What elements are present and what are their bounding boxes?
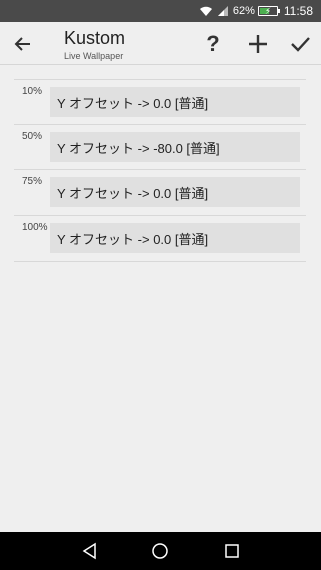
- app-bar: Kustom Live Wallpaper ?: [0, 22, 321, 65]
- nav-back-button[interactable]: [80, 541, 100, 561]
- help-button[interactable]: ?: [200, 31, 226, 57]
- nav-recents-button[interactable]: [222, 541, 242, 561]
- list-item[interactable]: 50% Y オフセット -> -80.0 [普通]: [14, 124, 306, 170]
- keyframe-percent: 50%: [22, 131, 43, 142]
- keyframe-percent: 100%: [22, 222, 48, 233]
- square-recents-icon: [225, 544, 239, 558]
- battery-percent: 62%: [232, 5, 255, 17]
- triangle-back-icon: [82, 542, 96, 560]
- navigation-bar: [0, 532, 321, 570]
- add-button[interactable]: [245, 31, 271, 57]
- status-bar: 62% ⚡ 11:58: [0, 0, 321, 22]
- keyframe-list: 10% Y オフセット -> 0.0 [普通] 50% Y オフセット -> -…: [0, 65, 321, 532]
- list-divider: [14, 261, 306, 262]
- arrow-left-icon: [14, 37, 30, 51]
- plus-icon: [249, 35, 267, 53]
- keyframe-value[interactable]: Y オフセット -> 0.0 [普通]: [50, 223, 300, 253]
- clock: 11:58: [283, 4, 313, 18]
- circle-home-icon: [152, 543, 168, 559]
- list-item[interactable]: 10% Y オフセット -> 0.0 [普通]: [14, 79, 306, 125]
- keyframe-percent: 75%: [22, 176, 43, 187]
- app-title: Kustom: [64, 28, 126, 48]
- keyframe-percent: 10%: [22, 86, 43, 97]
- battery-icon: ⚡: [257, 6, 280, 16]
- confirm-button[interactable]: [287, 31, 313, 57]
- keyframe-value[interactable]: Y オフセット -> -80.0 [普通]: [50, 132, 300, 162]
- charging-bolt-icon: ⚡: [264, 6, 272, 16]
- keyframe-value[interactable]: Y オフセット -> 0.0 [普通]: [50, 177, 300, 207]
- list-item[interactable]: 100% Y オフセット -> 0.0 [普通]: [14, 215, 306, 261]
- nav-home-button[interactable]: [150, 541, 170, 561]
- keyframe-value[interactable]: Y オフセット -> 0.0 [普通]: [50, 87, 300, 117]
- app-subtitle: Live Wallpaper: [64, 51, 124, 61]
- back-button[interactable]: [10, 31, 36, 57]
- check-icon: [291, 37, 310, 52]
- title-block: Kustom Live Wallpaper: [64, 28, 125, 62]
- signal-icon: [217, 5, 229, 17]
- wifi-icon: [199, 6, 213, 17]
- list-item[interactable]: 75% Y オフセット -> 0.0 [普通]: [14, 169, 306, 215]
